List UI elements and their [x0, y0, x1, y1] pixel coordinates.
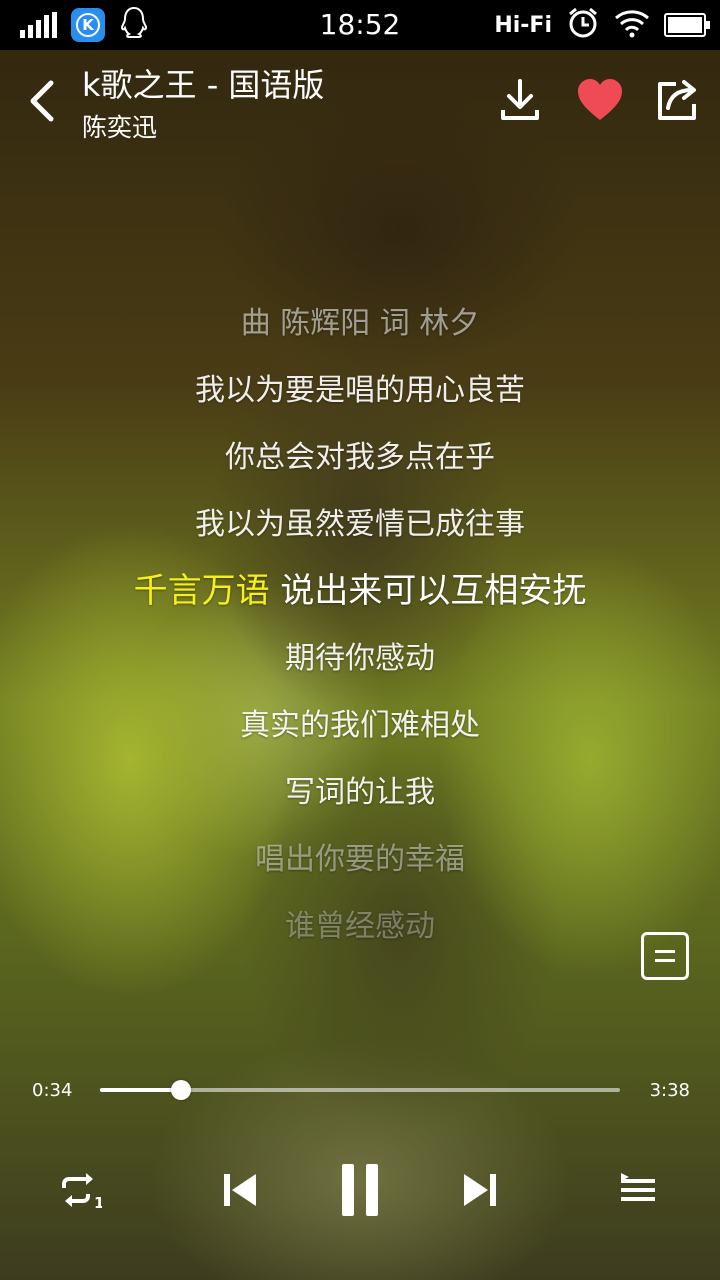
- kugou-badge-letter: K: [76, 13, 100, 37]
- like-button[interactable]: [572, 72, 628, 128]
- current-time: 0:34: [32, 1080, 73, 1101]
- progress-thumb[interactable]: [171, 1080, 192, 1100]
- lyric-line: 我以为虽然爱情已成往事: [195, 507, 525, 542]
- alarm-icon: [566, 6, 600, 44]
- pause-icon: [342, 1164, 378, 1216]
- previous-button[interactable]: [208, 1158, 272, 1222]
- lyric-line: 唱出你要的幸福: [255, 842, 465, 877]
- battery-icon: [664, 13, 710, 37]
- total-time: 3:38: [649, 1080, 690, 1101]
- lyric-line: 期待你感动: [285, 641, 435, 676]
- lyric-line: 真实的我们难相处: [240, 708, 480, 743]
- lyric-line: 曲 陈辉阳 词 林夕: [240, 306, 480, 341]
- repeat-one-icon: 1: [62, 1173, 102, 1210]
- skip-previous-icon: [224, 1174, 256, 1206]
- repeat-mode-button[interactable]: 1: [48, 1158, 112, 1222]
- lyric-line-current: 千言万语 说出来可以互相安抚: [0, 558, 720, 625]
- lyric-line: 写词的让我: [285, 775, 435, 810]
- chevron-left-icon: [30, 80, 54, 122]
- playlist-button[interactable]: [606, 1158, 670, 1222]
- hifi-label: Hi-Fi: [494, 12, 552, 38]
- lines-icon: [655, 950, 675, 953]
- status-bar: K 18:52 Hi-Fi: [0, 0, 720, 50]
- lyric-line: 我以为要是唱的用心良苦: [195, 373, 525, 408]
- lyrics-panel[interactable]: 曲 陈辉阳 词 林夕 我以为要是唱的用心良苦 你总会对我多点在乎 我以为虽然爱情…: [0, 290, 720, 960]
- next-button[interactable]: [448, 1158, 512, 1222]
- progress-slider[interactable]: [100, 1080, 620, 1100]
- signal-icon: [20, 12, 57, 38]
- progress-fill: [100, 1088, 182, 1092]
- svg-text:1: 1: [94, 1194, 102, 1210]
- playlist-icon: [621, 1173, 655, 1201]
- lyric-unsung-part: 说出来可以互相安抚: [269, 571, 587, 611]
- wifi-icon: [614, 8, 650, 42]
- pause-button[interactable]: [328, 1152, 392, 1228]
- lyric-line: 谁曾经感动: [285, 909, 435, 944]
- share-button[interactable]: [650, 72, 706, 128]
- artist-name[interactable]: 陈奕迅: [82, 108, 157, 144]
- download-button[interactable]: [492, 72, 548, 128]
- lyric-sung-part: 千言万语: [133, 571, 270, 611]
- back-button[interactable]: [18, 76, 66, 126]
- share-icon: [658, 80, 696, 120]
- lyric-line: 你总会对我多点在乎: [225, 440, 495, 475]
- qq-icon: [119, 6, 149, 44]
- download-icon: [501, 79, 539, 120]
- kugou-app-icon: K: [71, 8, 105, 42]
- lyric-mode-button[interactable]: [641, 932, 689, 980]
- skip-next-icon: [464, 1174, 496, 1206]
- song-title: k歌之王 - 国语版: [82, 66, 325, 104]
- player-header: k歌之王 - 国语版 陈奕迅: [0, 50, 720, 146]
- heart-icon: [578, 79, 622, 120]
